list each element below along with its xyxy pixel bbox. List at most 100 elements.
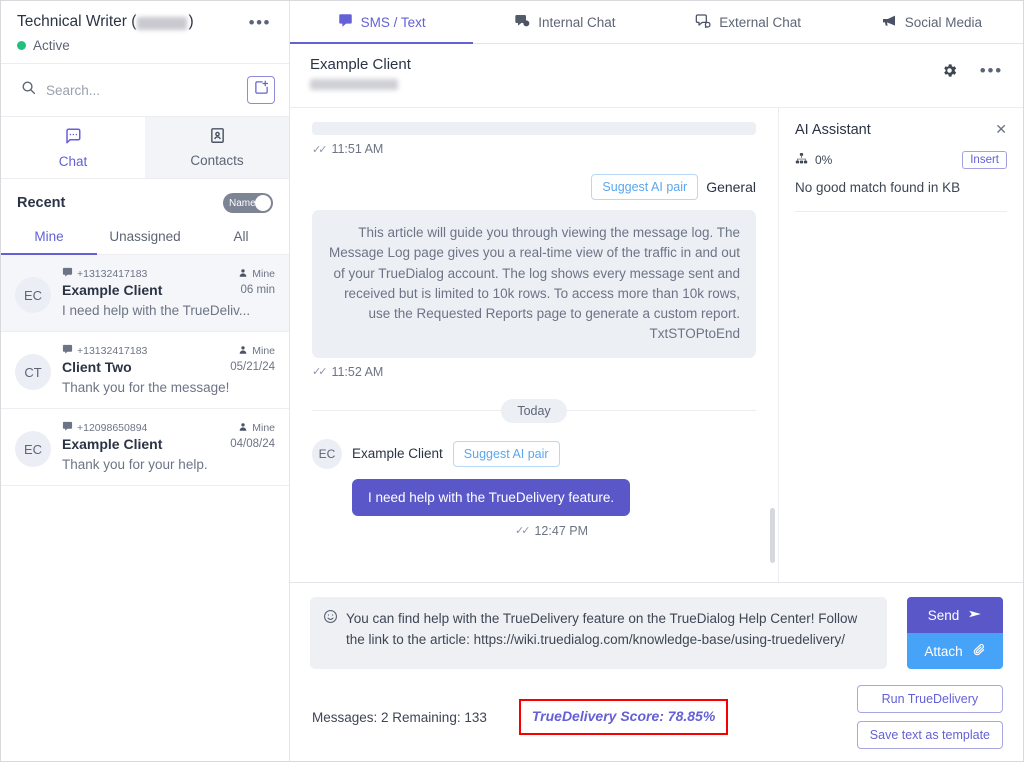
sidebar-tab-chat-label: Chat (58, 154, 88, 169)
inbound-timestamp: 12:47 PM (534, 523, 588, 538)
tab-social-media[interactable]: Social Media (840, 1, 1023, 43)
insert-button[interactable]: Insert (962, 151, 1007, 169)
gear-icon[interactable] (941, 62, 958, 79)
conversation-item[interactable]: CT +13132417183 Mine Client Two 05/21/24… (1, 332, 289, 409)
conversation-second-row: Example Client 06 min (62, 281, 275, 298)
divider-line-right (566, 410, 757, 411)
smiley-icon[interactable] (323, 609, 338, 657)
message-timestamp-row: ✓✓ 11:52 AM (312, 365, 756, 379)
conversation-body: +13132417183 Mine Client Two 05/21/24 Th… (62, 344, 275, 395)
chat-header-actions: ••• (941, 56, 1003, 79)
search-container[interactable] (15, 80, 237, 100)
sort-by-name-toggle[interactable]: Name (223, 193, 273, 213)
chat-bubble-icon (64, 127, 82, 148)
sidebar-tab-contacts[interactable]: Contacts (145, 117, 289, 178)
composer-buttons: Send Attach (907, 597, 1003, 669)
filter-mine[interactable]: Mine (1, 221, 97, 255)
sidebar: Technical Writer () ••• Active Search...… (1, 1, 290, 761)
chat-header-menu-ellipsis-icon[interactable]: ••• (980, 62, 1003, 79)
tab-external-chat[interactable]: External Chat (657, 1, 840, 43)
avatar: EC (15, 277, 51, 313)
suggest-ai-pair-button[interactable]: Suggest AI pair (591, 174, 699, 200)
message-timestamp-row: ✓✓ 11:51 AM (312, 142, 756, 156)
main-panel: SMS / Text Internal Chat External Chat S… (290, 1, 1023, 761)
conversation-list: EC +13132417183 Mine Example Client 06 m… (1, 255, 289, 761)
sidebar-user-paren-open: ( (126, 13, 137, 30)
conversation-item[interactable]: EC +13132417183 Mine Example Client 06 m… (1, 255, 289, 332)
message-timestamp: 11:51 AM (331, 142, 384, 156)
thread-scrollbar[interactable] (770, 508, 775, 563)
conversation-name: Example Client (62, 436, 163, 452)
ai-assistant-divider (795, 211, 1007, 212)
double-check-icon: ✓✓ (515, 525, 531, 537)
conversation-owner: Mine (238, 268, 275, 281)
conversation-owner: Mine (238, 345, 275, 358)
person-icon (238, 345, 248, 358)
search-input[interactable] (46, 82, 237, 98)
chat-body-row: ✓✓ 11:51 AM Suggest AI pair General This… (290, 108, 1023, 582)
conversation-second-row: Client Two 05/21/24 (62, 358, 275, 375)
sidebar-user-paren-close: ) (188, 13, 194, 30)
composer-input[interactable]: You can find help with the TrueDelivery … (310, 597, 887, 669)
send-button-label: Send (927, 607, 960, 623)
suggest-ai-pair-button[interactable]: Suggest AI pair (452, 440, 560, 467)
message-bubble-outbound: This article will guide you through view… (312, 210, 756, 358)
sidebar-user-menu-ellipsis-icon[interactable]: ••• (249, 14, 271, 31)
toggle-knob (255, 195, 271, 211)
attach-button[interactable]: Attach (907, 633, 1003, 669)
recent-label: Recent (17, 195, 66, 211)
search-icon (21, 80, 36, 100)
conversation-item[interactable]: EC +12098650894 Mine Example Client 04/0… (1, 409, 289, 486)
attach-button-label: Attach (924, 643, 963, 659)
ai-assistant-panel: AI Assistant ✕ 0% Insert No good match f… (779, 108, 1023, 582)
conversation-time: 06 min (240, 283, 275, 296)
filter-unassigned[interactable]: Unassigned (97, 221, 193, 254)
conversation-owner-text: Mine (252, 422, 275, 434)
message-bubble-inbound: I need help with the TrueDelivery featur… (352, 478, 631, 516)
sms-small-icon (62, 267, 73, 281)
save-text-as-template-button[interactable]: Save text as template (856, 721, 1003, 749)
avatar: EC (312, 438, 342, 469)
conversation-preview: Thank you for your help. (62, 457, 208, 472)
day-divider: Today (312, 398, 757, 423)
conversation-time: 05/21/24 (230, 360, 275, 373)
conversation-top-row: +12098650894 Mine (62, 421, 275, 435)
conversation-phone: +13132417183 (62, 344, 147, 358)
message-tag: General (706, 179, 756, 195)
conversation-owner-text: Mine (252, 345, 275, 357)
chat-header-identity: Example Client (310, 56, 411, 95)
sidebar-tab-chat[interactable]: Chat (1, 117, 145, 178)
close-icon[interactable]: ✕ (995, 122, 1007, 136)
channel-tabs: SMS / Text Internal Chat External Chat S… (290, 1, 1023, 44)
inbound-sender-name: Example Client (352, 446, 443, 461)
composer-row: You can find help with the TrueDelivery … (310, 597, 1003, 669)
sort-toggle-label: Name (229, 197, 256, 209)
truedelivery-score: TrueDelivery Score: 78.85% (531, 708, 716, 724)
sms-small-icon (62, 344, 73, 358)
conversation-owner: Mine (238, 422, 275, 435)
tab-internal-chat[interactable]: Internal Chat (473, 1, 656, 43)
filter-all[interactable]: All (193, 221, 289, 254)
sms-small-icon (62, 421, 73, 435)
tab-social-media-label: Social Media (904, 14, 983, 30)
day-divider-label: Today (501, 398, 567, 423)
avatar: CT (15, 354, 51, 390)
paper-plane-icon (968, 607, 982, 624)
composer-footer: Messages: 2 Remaining: 133 TrueDelivery … (310, 685, 1003, 749)
conversation-phone: +13132417183 (62, 267, 147, 281)
sidebar-filter-tabs: Mine Unassigned All (1, 221, 289, 255)
message-bubble-empty (312, 122, 756, 135)
conversation-phone: +12098650894 (62, 421, 147, 435)
sidebar-tabs: Chat Contacts (1, 117, 289, 179)
person-icon (238, 422, 248, 435)
ai-assistant-score: 0% (795, 152, 832, 168)
sidebar-tab-contacts-label: Contacts (190, 153, 244, 168)
tab-sms-text[interactable]: SMS / Text (290, 1, 474, 44)
new-message-button[interactable] (247, 76, 275, 104)
sidebar-user-status: Active (17, 38, 273, 53)
send-button[interactable]: Send (907, 597, 1003, 633)
run-truedelivery-button[interactable]: Run TrueDelivery (856, 685, 1003, 713)
ai-assistant-result: No good match found in KB (795, 180, 961, 195)
inbound-timestamp-row: ✓✓ 12:47 PM (312, 524, 756, 538)
sidebar-user-number-redacted (137, 16, 188, 30)
